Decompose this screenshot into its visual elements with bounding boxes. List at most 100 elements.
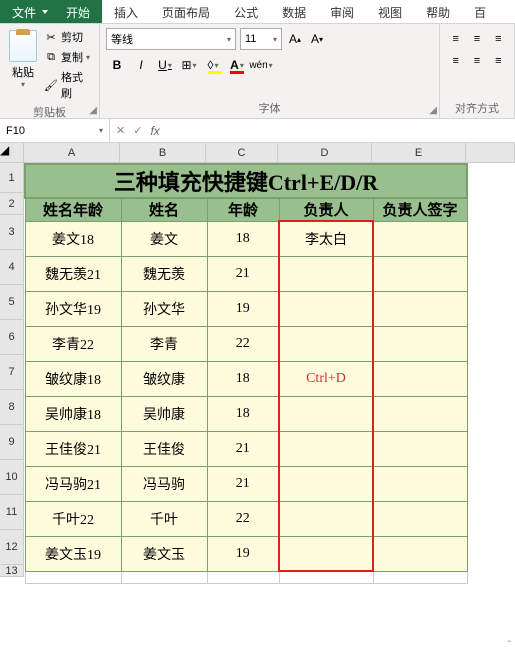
col-header-D[interactable]: D <box>278 143 372 163</box>
data-cell[interactable]: 皱纹康 <box>121 361 207 396</box>
data-cell[interactable]: 19 <box>207 536 279 571</box>
row-header-8[interactable]: 8 <box>0 390 24 425</box>
cancel-formula-button[interactable]: ✕ <box>116 124 125 137</box>
data-cell[interactable] <box>279 256 373 291</box>
data-cell[interactable]: 冯马驹 <box>121 466 207 501</box>
data-cell[interactable] <box>373 291 467 326</box>
row-header-11[interactable]: 11 <box>0 495 24 530</box>
select-all-corner[interactable]: ◢ <box>0 143 24 163</box>
cut-button[interactable]: ✂剪切 <box>42 28 93 46</box>
data-cell[interactable]: 吴帅康18 <box>25 396 121 431</box>
data-cell[interactable]: 姜文18 <box>25 221 121 256</box>
data-cell[interactable]: 冯马驹21 <box>25 466 121 501</box>
data-cell[interactable] <box>373 536 467 571</box>
data-cell[interactable]: 王佳俊 <box>121 431 207 466</box>
data-cell[interactable] <box>279 466 373 501</box>
tab-开始[interactable]: 开始 <box>54 0 102 23</box>
col-header-blank[interactable] <box>466 143 515 163</box>
data-cell[interactable] <box>373 326 467 361</box>
phonetic-button[interactable]: wén▾ <box>250 54 272 76</box>
data-cell[interactable]: 姜文玉19 <box>25 536 121 571</box>
data-cell[interactable]: 18 <box>207 396 279 431</box>
cell-grid[interactable]: 三种填充快捷键Ctrl+E/D/R姓名年龄姓名年龄负责人负责人签字姜文18姜文1… <box>24 163 468 584</box>
data-cell[interactable]: 22 <box>207 326 279 361</box>
font-name-select[interactable]: 等线▾ <box>106 28 236 50</box>
italic-button[interactable]: I <box>130 54 152 76</box>
name-box[interactable]: F10▾ <box>0 119 110 142</box>
data-cell[interactable]: 李青22 <box>25 326 121 361</box>
data-cell[interactable]: 18 <box>207 361 279 396</box>
tab-百[interactable]: 百 <box>462 0 498 23</box>
blank-cell[interactable] <box>373 571 467 583</box>
data-cell[interactable] <box>373 221 467 256</box>
blank-cell[interactable] <box>207 571 279 583</box>
underline-button[interactable]: U▾ <box>154 54 176 76</box>
format-painter-button[interactable]: 🖌格式刷 <box>42 68 93 102</box>
title-cell[interactable]: 三种填充快捷键Ctrl+E/D/R <box>25 164 467 198</box>
blank-cell[interactable] <box>121 571 207 583</box>
row-header-2[interactable]: 2 <box>0 193 24 215</box>
header-cell[interactable]: 年龄 <box>207 198 279 221</box>
paste-button[interactable]: 粘贴 ▾ <box>6 28 40 102</box>
fill-color-button[interactable]: ◊▾ <box>202 54 224 76</box>
blank-cell[interactable] <box>25 571 121 583</box>
align-top-button[interactable]: ≡ <box>446 30 465 48</box>
row-header-3[interactable]: 3 <box>0 215 24 250</box>
data-cell[interactable]: 李青 <box>121 326 207 361</box>
row-header-10[interactable]: 10 <box>0 460 24 495</box>
data-cell[interactable] <box>373 361 467 396</box>
row-header-12[interactable]: 12 <box>0 530 24 565</box>
enter-formula-button[interactable]: ✓ <box>133 124 142 137</box>
row-header-1[interactable]: 1 <box>0 163 24 193</box>
dialog-launcher-icon[interactable]: ◢ <box>89 105 97 116</box>
copy-button[interactable]: ⧉复制▾ <box>42 48 93 66</box>
col-header-A[interactable]: A <box>24 143 120 163</box>
data-cell[interactable]: 千叶 <box>121 501 207 536</box>
data-cell[interactable]: Ctrl+D <box>279 361 373 396</box>
data-cell[interactable]: 千叶22 <box>25 501 121 536</box>
increase-font-button[interactable]: A▴ <box>286 28 304 50</box>
header-cell[interactable]: 负责人签字 <box>373 198 467 221</box>
tab-数据[interactable]: 数据 <box>270 0 318 23</box>
data-cell[interactable] <box>373 501 467 536</box>
align-bottom-button[interactable]: ≡ <box>489 30 508 48</box>
data-cell[interactable]: 魏无羡21 <box>25 256 121 291</box>
col-header-C[interactable]: C <box>206 143 278 163</box>
data-cell[interactable]: 皱纹康18 <box>25 361 121 396</box>
data-cell[interactable] <box>279 396 373 431</box>
data-cell[interactable]: 孙文华19 <box>25 291 121 326</box>
data-cell[interactable]: 王佳俊21 <box>25 431 121 466</box>
data-cell[interactable] <box>373 396 467 431</box>
data-cell[interactable]: 19 <box>207 291 279 326</box>
col-header-E[interactable]: E <box>372 143 466 163</box>
tab-页面布局[interactable]: 页面布局 <box>150 0 222 23</box>
row-header-4[interactable]: 4 <box>0 250 24 285</box>
tab-file[interactable]: 文件 <box>0 0 54 23</box>
col-header-B[interactable]: B <box>120 143 206 163</box>
data-cell[interactable] <box>373 431 467 466</box>
data-cell[interactable]: 21 <box>207 431 279 466</box>
row-header-6[interactable]: 6 <box>0 320 24 355</box>
tab-视图[interactable]: 视图 <box>366 0 414 23</box>
tab-帮助[interactable]: 帮助 <box>414 0 462 23</box>
data-cell[interactable]: 18 <box>207 221 279 256</box>
header-cell[interactable]: 负责人 <box>279 198 373 221</box>
data-cell[interactable] <box>279 431 373 466</box>
data-cell[interactable]: 孙文华 <box>121 291 207 326</box>
data-cell[interactable] <box>373 466 467 501</box>
row-header-5[interactable]: 5 <box>0 285 24 320</box>
tab-审阅[interactable]: 审阅 <box>318 0 366 23</box>
decrease-font-button[interactable]: A▾ <box>308 28 326 50</box>
header-cell[interactable]: 姓名 <box>121 198 207 221</box>
header-cell[interactable]: 姓名年龄 <box>25 198 121 221</box>
tab-插入[interactable]: 插入 <box>102 0 150 23</box>
bold-button[interactable]: B <box>106 54 128 76</box>
tab-公式[interactable]: 公式 <box>222 0 270 23</box>
data-cell[interactable] <box>279 291 373 326</box>
data-cell[interactable]: 姜文 <box>121 221 207 256</box>
align-center-button[interactable]: ≡ <box>467 52 486 70</box>
dialog-launcher-icon[interactable]: ◢ <box>429 105 437 116</box>
data-cell[interactable]: 21 <box>207 256 279 291</box>
align-right-button[interactable]: ≡ <box>489 52 508 70</box>
data-cell[interactable] <box>279 326 373 361</box>
